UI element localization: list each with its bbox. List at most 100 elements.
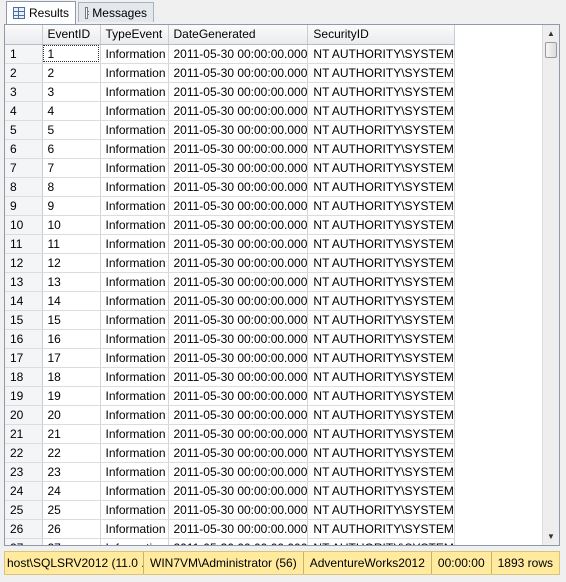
table-row[interactable]: 12 12 Information 2011-05-30 00:00:00.000 NT… xyxy=(5,253,455,273)
cell-typeevent[interactable]: Information xyxy=(100,120,169,140)
cell-typeevent[interactable]: Information xyxy=(100,291,169,311)
cell-dategenerated[interactable]: 2011-05-30 00:00:00.000 xyxy=(168,139,309,159)
cell-dategenerated[interactable]: 2011-05-30 00:00:00.000 xyxy=(168,405,309,425)
cell-dategenerated[interactable]: 2011-05-30 00:00:00.000 xyxy=(168,44,309,64)
table-row[interactable]: 19 19 Information 2011-05-30 00:00:00.000 NT… xyxy=(5,386,455,406)
row-number[interactable]: 4 xyxy=(5,101,43,121)
row-number[interactable]: 6 xyxy=(5,139,43,159)
cell-dategenerated[interactable]: 2011-05-30 00:00:00.000 xyxy=(168,63,309,83)
column-header-eventid[interactable]: EventID xyxy=(42,25,101,45)
row-number[interactable]: 3 xyxy=(5,82,43,102)
table-row[interactable]: 26 26 Information 2011-05-30 00:00:00.000 NT… xyxy=(5,519,455,539)
cell-eventid[interactable]: 21 xyxy=(42,424,101,444)
cell-securityid[interactable]: NT AUTHORITY\SYSTEM xyxy=(307,177,455,197)
cell-eventid[interactable]: 22 xyxy=(42,443,101,463)
cell-typeevent[interactable]: Information xyxy=(100,44,169,64)
table-row[interactable]: 17 17 Information 2011-05-30 00:00:00.000 NT… xyxy=(5,348,455,368)
cell-typeevent[interactable]: Information xyxy=(100,253,169,273)
table-row[interactable]: 16 16 Information 2011-05-30 00:00:00.000 NT… xyxy=(5,329,455,349)
row-number[interactable]: 27 xyxy=(5,538,43,545)
table-row[interactable]: 23 23 Information 2011-05-30 00:00:00.000 NT… xyxy=(5,462,455,482)
cell-securityid[interactable]: NT AUTHORITY\SYSTEM xyxy=(307,158,455,178)
cell-securityid[interactable]: NT AUTHORITY\SYSTEM xyxy=(307,519,455,539)
table-row[interactable]: 18 18 Information 2011-05-30 00:00:00.000 NT… xyxy=(5,367,455,387)
cell-dategenerated[interactable]: 2011-05-30 00:00:00.000 xyxy=(168,177,309,197)
cell-eventid[interactable]: 14 xyxy=(42,291,101,311)
row-number[interactable]: 2 xyxy=(5,63,43,83)
cell-securityid[interactable]: NT AUTHORITY\SYSTEM xyxy=(307,443,455,463)
table-row[interactable]: 25 25 Information 2011-05-30 00:00:00.000 NT… xyxy=(5,500,455,520)
table-row[interactable]: 4 4 Information 2011-05-30 00:00:00.000 NT A… xyxy=(5,101,455,121)
cell-dategenerated[interactable]: 2011-05-30 00:00:00.000 xyxy=(168,253,309,273)
cell-securityid[interactable]: NT AUTHORITY\SYSTEM xyxy=(307,310,455,330)
row-number[interactable]: 12 xyxy=(5,253,43,273)
cell-securityid[interactable]: NT AUTHORITY\SYSTEM xyxy=(307,329,455,349)
cell-securityid[interactable]: NT AUTHORITY\SYSTEM xyxy=(307,500,455,520)
cell-securityid[interactable]: NT AUTHORITY\SYSTEM xyxy=(307,538,455,545)
table-row[interactable]: 5 5 Information 2011-05-30 00:00:00.000 NT A… xyxy=(5,120,455,140)
cell-eventid[interactable]: 8 xyxy=(42,177,101,197)
table-row[interactable]: 7 7 Information 2011-05-30 00:00:00.000 NT A… xyxy=(5,158,455,178)
table-row[interactable]: 20 20 Information 2011-05-30 00:00:00.000 NT… xyxy=(5,405,455,425)
cell-securityid[interactable]: NT AUTHORITY\SYSTEM xyxy=(307,367,455,387)
table-row[interactable]: 9 9 Information 2011-05-30 00:00:00.000 NT A… xyxy=(5,196,455,216)
cell-eventid[interactable]: 5 xyxy=(42,120,101,140)
cell-dategenerated[interactable]: 2011-05-30 00:00:00.000 xyxy=(168,329,309,349)
table-row[interactable]: 22 22 Information 2011-05-30 00:00:00.000 NT… xyxy=(5,443,455,463)
cell-securityid[interactable]: NT AUTHORITY\SYSTEM xyxy=(307,196,455,216)
table-row[interactable]: 11 11 Information 2011-05-30 00:00:00.000 NT… xyxy=(5,234,455,254)
cell-securityid[interactable]: NT AUTHORITY\SYSTEM xyxy=(307,291,455,311)
cell-securityid[interactable]: NT AUTHORITY\SYSTEM xyxy=(307,139,455,159)
cell-typeevent[interactable]: Information xyxy=(100,272,169,292)
cell-dategenerated[interactable]: 2011-05-30 00:00:00.000 xyxy=(168,367,309,387)
row-number[interactable]: 23 xyxy=(5,462,43,482)
row-number[interactable]: 15 xyxy=(5,310,43,330)
column-header-dategenerated[interactable]: DateGenerated xyxy=(168,25,309,45)
cell-eventid[interactable]: 25 xyxy=(42,500,101,520)
table-row[interactable]: 2 2 Information 2011-05-30 00:00:00.000 NT A… xyxy=(5,63,455,83)
cell-securityid[interactable]: NT AUTHORITY\SYSTEM xyxy=(307,272,455,292)
cell-securityid[interactable]: NT AUTHORITY\SYSTEM xyxy=(307,101,455,121)
cell-eventid[interactable]: 13 xyxy=(42,272,101,292)
cell-securityid[interactable]: NT AUTHORITY\SYSTEM xyxy=(307,424,455,444)
cell-typeevent[interactable]: Information xyxy=(100,82,169,102)
cell-dategenerated[interactable]: 2011-05-30 00:00:00.000 xyxy=(168,291,309,311)
cell-securityid[interactable]: NT AUTHORITY\SYSTEM xyxy=(307,215,455,235)
table-row[interactable]: 14 14 Information 2011-05-30 00:00:00.000 NT… xyxy=(5,291,455,311)
row-number[interactable]: 24 xyxy=(5,481,43,501)
cell-dategenerated[interactable]: 2011-05-30 00:00:00.000 xyxy=(168,101,309,121)
cell-securityid[interactable]: NT AUTHORITY\SYSTEM xyxy=(307,44,455,64)
cell-dategenerated[interactable]: 2011-05-30 00:00:00.000 xyxy=(168,519,309,539)
cell-securityid[interactable]: NT AUTHORITY\SYSTEM xyxy=(307,63,455,83)
cell-dategenerated[interactable]: 2011-05-30 00:00:00.000 xyxy=(168,481,309,501)
cell-typeevent[interactable]: Information xyxy=(100,519,169,539)
cell-eventid[interactable]: 18 xyxy=(42,367,101,387)
cell-typeevent[interactable]: Information xyxy=(100,424,169,444)
row-number[interactable]: 13 xyxy=(5,272,43,292)
cell-dategenerated[interactable]: 2011-05-30 00:00:00.000 xyxy=(168,196,309,216)
row-number[interactable]: 7 xyxy=(5,158,43,178)
row-number[interactable]: 20 xyxy=(5,405,43,425)
cell-dategenerated[interactable]: 2011-05-30 00:00:00.000 xyxy=(168,462,309,482)
cell-eventid[interactable]: 19 xyxy=(42,386,101,406)
cell-typeevent[interactable]: Information xyxy=(100,348,169,368)
cell-typeevent[interactable]: Information xyxy=(100,329,169,349)
cell-dategenerated[interactable]: 2011-05-30 00:00:00.000 xyxy=(168,120,309,140)
row-number[interactable]: 17 xyxy=(5,348,43,368)
column-header-securityid[interactable]: SecurityID xyxy=(307,25,455,45)
row-number[interactable]: 18 xyxy=(5,367,43,387)
cell-dategenerated[interactable]: 2011-05-30 00:00:00.000 xyxy=(168,215,309,235)
cell-typeevent[interactable]: Information xyxy=(100,101,169,121)
row-number[interactable]: 25 xyxy=(5,500,43,520)
cell-securityid[interactable]: NT AUTHORITY\SYSTEM xyxy=(307,82,455,102)
row-number[interactable]: 22 xyxy=(5,443,43,463)
table-row[interactable]: 21 21 Information 2011-05-30 00:00:00.000 NT… xyxy=(5,424,455,444)
cell-eventid[interactable]: 11 xyxy=(42,234,101,254)
row-number[interactable]: 19 xyxy=(5,386,43,406)
cell-dategenerated[interactable]: 2011-05-30 00:00:00.000 xyxy=(168,158,309,178)
tab-messages[interactable]: Messages xyxy=(78,2,154,22)
cell-typeevent[interactable]: Information xyxy=(100,310,169,330)
table-row[interactable]: 10 10 Information 2011-05-30 00:00:00.000 NT… xyxy=(5,215,455,235)
table-row[interactable]: 1 1 Information 2011-05-30 00:00:00.000 NT A… xyxy=(5,44,455,64)
tab-results[interactable]: Results xyxy=(6,1,76,24)
